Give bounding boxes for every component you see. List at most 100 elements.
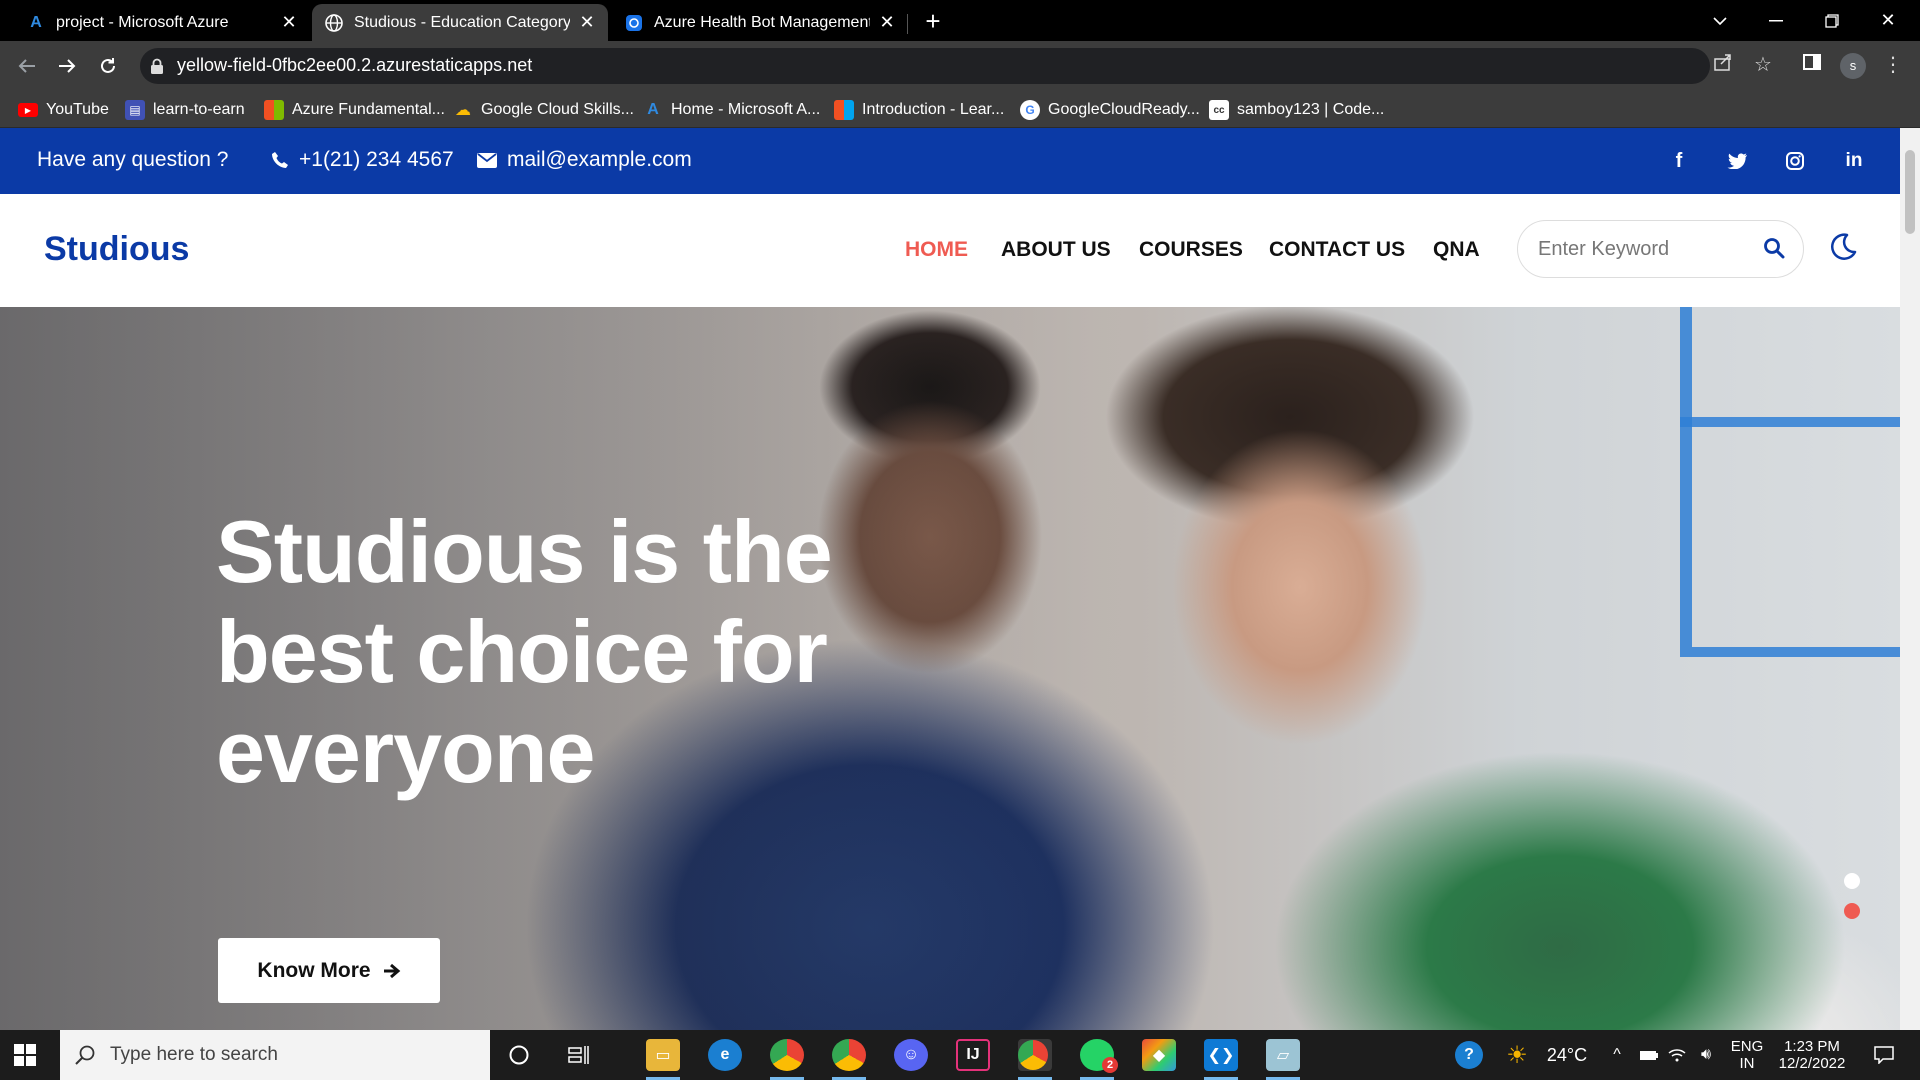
tab-project-azure[interactable]: A project - Microsoft Azure ✕ xyxy=(14,4,310,41)
search-icon[interactable] xyxy=(1763,237,1785,259)
bookmark-youtube[interactable]: ▶ YouTube xyxy=(18,99,109,121)
edge-icon[interactable]: e xyxy=(708,1039,742,1071)
lock-icon[interactable] xyxy=(150,58,164,74)
slider-dot-2-active[interactable] xyxy=(1844,903,1860,919)
site-search xyxy=(1517,220,1804,278)
bookmark-googlecloudready[interactable]: G GoogleCloudReady... xyxy=(1020,99,1200,121)
close-tab-icon[interactable]: ✕ xyxy=(578,12,596,33)
clock-date: 12/2/2022 xyxy=(1778,1055,1846,1072)
tab-health-bot[interactable]: Azure Health Bot Management P ✕ xyxy=(612,4,908,41)
azure-icon: A xyxy=(30,13,42,31)
email-text: mail@example.com xyxy=(507,148,692,171)
microsoft-icon xyxy=(834,100,854,120)
cortana-icon[interactable] xyxy=(502,1039,536,1071)
twitter-icon[interactable] xyxy=(1724,148,1750,174)
youtube-icon: ▶ xyxy=(18,103,38,117)
google-icon: G xyxy=(1020,100,1040,120)
vscode-icon[interactable]: ❮❯ xyxy=(1204,1039,1238,1071)
google-cloud-icon: ☁ xyxy=(455,102,471,119)
nav-courses[interactable]: COURSES xyxy=(1139,238,1243,262)
taskbar-search-box[interactable]: Type here to search xyxy=(60,1030,490,1080)
slider-dot-1[interactable] xyxy=(1844,873,1860,889)
hero-photo-detail xyxy=(1680,307,1900,657)
phone-link[interactable]: +1(21) 234 4567 xyxy=(271,148,454,172)
bookmark-label: Google Cloud Skills... xyxy=(481,101,634,118)
page-scrollbar[interactable] xyxy=(1900,128,1920,1030)
scrollbar-thumb[interactable] xyxy=(1905,150,1915,234)
close-tab-icon[interactable]: ✕ xyxy=(280,12,298,33)
chrome-active-icon[interactable] xyxy=(1018,1040,1048,1070)
close-tab-icon[interactable]: ✕ xyxy=(878,12,896,33)
share-icon[interactable] xyxy=(1710,52,1736,78)
intellij-icon[interactable]: IJ xyxy=(956,1039,990,1071)
bookmark-home-microsoft[interactable]: A Home - Microsoft A... xyxy=(643,99,820,121)
tab-title: Azure Health Bot Management P xyxy=(654,13,870,31)
side-panel-icon[interactable] xyxy=(1799,52,1825,78)
know-more-button[interactable]: Know More xyxy=(218,938,440,1003)
learn-icon: ▤ xyxy=(125,100,145,120)
minimize-button[interactable] xyxy=(1748,0,1804,41)
health-bot-icon xyxy=(624,13,644,33)
windows-taskbar: Type here to search ▭ e ☺ IJ 2 ◆ ❮❯ ▱ ? … xyxy=(0,1030,1920,1080)
bookmark-google-cloud[interactable]: ☁ Google Cloud Skills... xyxy=(453,99,634,121)
whatsapp-icon[interactable]: 2 xyxy=(1080,1039,1118,1073)
clock[interactable]: 1:23 PM 12/2/2022 xyxy=(1772,1030,1852,1080)
windows-start-icon[interactable] xyxy=(14,1044,36,1066)
chrome-icon[interactable] xyxy=(770,1039,804,1071)
nav-about-us[interactable]: ABOUT US xyxy=(1001,238,1111,262)
help-icon[interactable]: ? xyxy=(1452,1030,1486,1080)
menu-kebab-icon[interactable]: ⋮ xyxy=(1880,52,1906,78)
bookmark-star-icon[interactable]: ☆ xyxy=(1750,52,1776,78)
weather-icon[interactable]: ☀ xyxy=(1500,1030,1534,1080)
bookmark-samboy[interactable]: cc samboy123 | Code... xyxy=(1209,99,1384,121)
browser-tab-strip: A project - Microsoft Azure ✕ Studious -… xyxy=(0,0,1920,41)
bookmark-azure-fundamentals[interactable]: Azure Fundamental... xyxy=(264,99,445,121)
new-tab-button[interactable]: + xyxy=(918,8,948,36)
facebook-icon[interactable]: f xyxy=(1666,148,1692,174)
search-input[interactable] xyxy=(1538,235,1748,263)
whatsapp-badge: 2 xyxy=(1102,1057,1118,1073)
tab-studious[interactable]: Studious - Education Category Re ✕ xyxy=(312,4,608,41)
tab-separator xyxy=(907,14,908,34)
email-link[interactable]: mail@example.com xyxy=(477,148,692,172)
forward-button[interactable] xyxy=(51,50,83,82)
language-indicator[interactable]: ENG IN xyxy=(1725,1030,1769,1080)
close-window-button[interactable]: ✕ xyxy=(1860,0,1916,41)
site-logo[interactable]: Studious xyxy=(44,230,189,269)
nav-home[interactable]: HOME xyxy=(905,238,968,262)
chrome-profile-icon[interactable] xyxy=(832,1039,866,1071)
reload-button[interactable] xyxy=(92,50,124,82)
discord-icon[interactable]: ☺ xyxy=(894,1039,928,1071)
file-explorer-icon[interactable]: ▭ xyxy=(646,1039,680,1071)
linkedin-icon[interactable]: in xyxy=(1841,148,1867,174)
task-view-icon[interactable] xyxy=(562,1039,596,1071)
notepad-icon[interactable]: ▱ xyxy=(1266,1039,1300,1071)
weather-temp[interactable]: 24°C xyxy=(1540,1030,1594,1080)
phone-icon xyxy=(272,152,288,168)
wifi-icon[interactable] xyxy=(1664,1030,1690,1080)
battery-icon[interactable] xyxy=(1636,1030,1662,1080)
bookmark-introduction[interactable]: Introduction - Lear... xyxy=(834,99,1004,121)
tab-search-icon[interactable] xyxy=(1692,0,1748,41)
nav-qna[interactable]: QNA xyxy=(1433,238,1480,262)
bookmarks-bar: ▶ YouTube ▤ learn-to-earn Azure Fundamen… xyxy=(0,90,1920,128)
git-tool-icon[interactable]: ◆ xyxy=(1142,1039,1176,1071)
nav-contact-us[interactable]: CONTACT US xyxy=(1269,238,1405,262)
hero-title-line: best choice for xyxy=(216,602,828,701)
volume-icon[interactable]: 🔊︎ xyxy=(1693,1030,1719,1080)
instagram-icon[interactable] xyxy=(1782,148,1808,174)
notifications-icon[interactable] xyxy=(1864,1030,1904,1080)
envelope-icon xyxy=(477,152,497,168)
url-text[interactable]: yellow-field-0fbc2ee00.2.azurestaticapps… xyxy=(177,55,532,76)
profile-avatar[interactable]: s xyxy=(1840,53,1866,79)
bookmark-label: Home - Microsoft A... xyxy=(671,101,821,118)
bookmark-learn-to-earn[interactable]: ▤ learn-to-earn xyxy=(125,99,245,121)
tab-title: Studious - Education Category Re xyxy=(354,13,570,31)
dark-mode-moon-icon[interactable] xyxy=(1828,232,1858,262)
restore-button[interactable] xyxy=(1804,0,1860,41)
back-button[interactable] xyxy=(11,50,43,82)
search-icon xyxy=(75,1045,95,1065)
taskbar-search-placeholder: Type here to search xyxy=(110,1044,278,1065)
tray-chevron-icon[interactable]: ^ xyxy=(1606,1030,1628,1080)
phone-text: +1(21) 234 4567 xyxy=(299,148,454,171)
